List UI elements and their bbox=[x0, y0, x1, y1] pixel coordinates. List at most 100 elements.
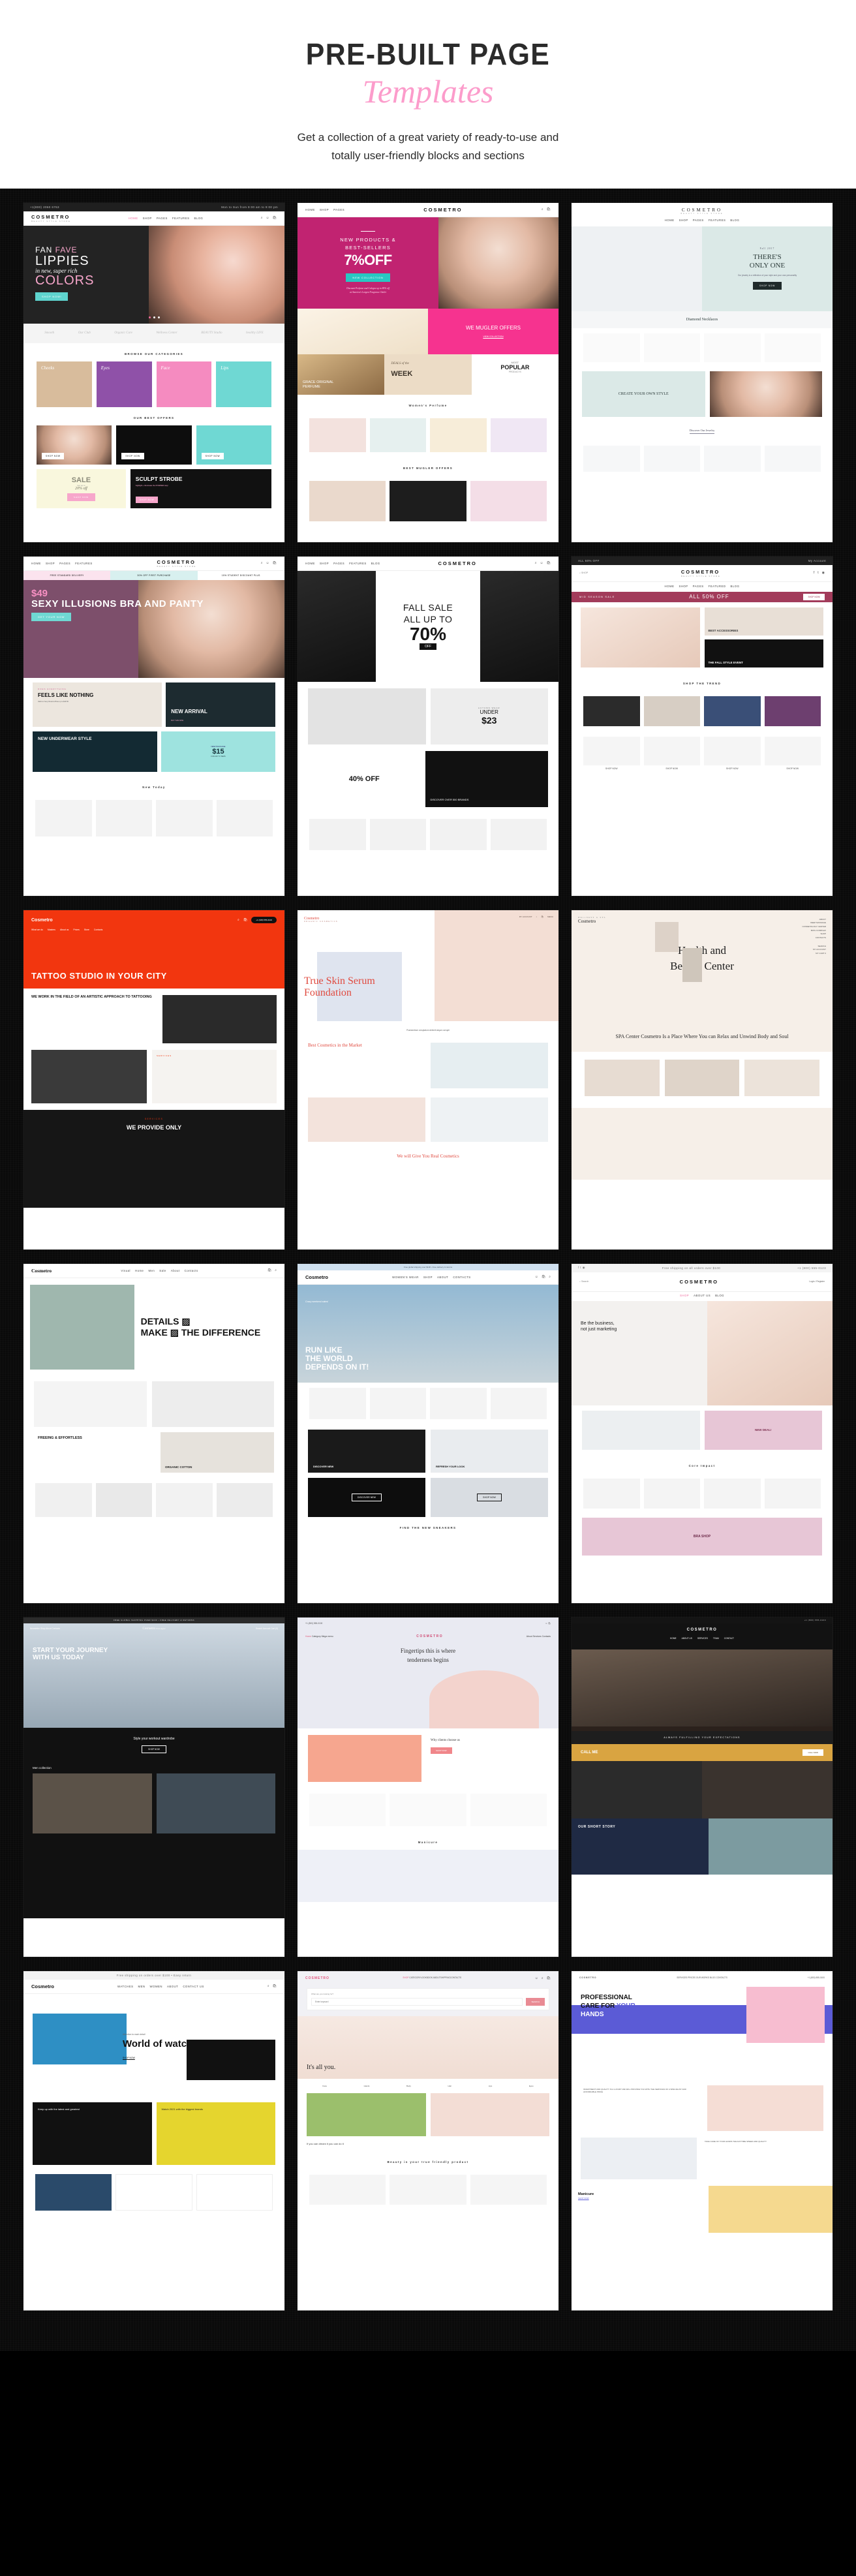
product-card[interactable]: SHOP NOW bbox=[643, 736, 700, 770]
product-card[interactable] bbox=[369, 418, 426, 452]
search-panel[interactable]: What are you looking for? SEARCH bbox=[307, 1987, 549, 2010]
block-photo[interactable] bbox=[308, 1734, 421, 1782]
product-card[interactable] bbox=[704, 333, 761, 362]
nav-menu[interactable]: SHOP ABOUT US BLOG bbox=[572, 1292, 833, 1301]
product-card[interactable] bbox=[470, 480, 547, 521]
search-button[interactable]: SEARCH bbox=[526, 1997, 545, 2006]
nav-menu[interactable]: HOME ABOUT US SERVICES TEAM CONTACT bbox=[572, 1632, 833, 1645]
product-card[interactable] bbox=[643, 696, 700, 726]
nav-links[interactable]: SERVICES PRICES OUR WORKS BLOG CONTACTS bbox=[677, 1976, 727, 1979]
product-card[interactable] bbox=[309, 818, 366, 850]
product-card[interactable] bbox=[309, 1793, 386, 1826]
nav-icons[interactable]: ☺ 🛍 ⌕ bbox=[535, 1275, 551, 1279]
offer-row[interactable]: SHOP NOW SHOP NOW SHOP NOW bbox=[23, 425, 284, 469]
social-icons[interactable]: f t ◉ bbox=[578, 1266, 585, 1270]
product-card[interactable] bbox=[643, 445, 700, 472]
product-card[interactable]: SHOP NOW bbox=[583, 736, 640, 770]
feature-blocks[interactable]: AUTUMN WEAR UNDER $23 bbox=[298, 682, 558, 751]
nav-menu[interactable]: HOME SHOP PAGES bbox=[305, 208, 344, 211]
template-card-cosmetics-lippies[interactable]: +1(800) 2060 6763 Mon to Sun from 9:00 a… bbox=[23, 202, 284, 542]
product-card[interactable] bbox=[764, 1478, 821, 1509]
template-card-accessories-bags[interactable]: ALL 50% OFF My Account ⌕ SHOP COSMETRO BE… bbox=[572, 556, 833, 896]
nav-menu[interactable]: WATCHES MEN WOMEN ABOUT CONTACT US bbox=[117, 1985, 204, 1988]
nav-item-blog[interactable]: BLOG bbox=[194, 217, 203, 220]
product-row[interactable] bbox=[23, 1478, 284, 1522]
tile-model-photo[interactable] bbox=[709, 371, 822, 417]
gallery-row[interactable] bbox=[572, 1052, 833, 1104]
gallery-row[interactable] bbox=[572, 1760, 833, 1818]
hero-cta-button[interactable]: SHOP NOW! bbox=[35, 292, 69, 301]
product-row[interactable] bbox=[298, 1788, 558, 1832]
product-card[interactable] bbox=[704, 696, 761, 726]
product-card[interactable] bbox=[704, 1478, 761, 1509]
feature-blocks-2[interactable] bbox=[298, 1091, 558, 1148]
product-card[interactable] bbox=[35, 1482, 92, 1517]
mini-nav[interactable]: Cosmetro Visual Home Men Sale About Contacts… bbox=[23, 1263, 284, 1278]
menu-label[interactable]: MENU bbox=[547, 915, 553, 918]
nav-item-features[interactable]: FEATURES bbox=[172, 217, 190, 220]
nav-icons[interactable]: ⌕ ☺ 🛍 bbox=[535, 561, 551, 565]
block-stack[interactable]: BEST ACCESSORIES THE FALL STYLE EVENT bbox=[704, 607, 823, 667]
template-card-barbershop[interactable]: +1 (800) 555-0100 COSMETRO HOME ABOUT US S… bbox=[572, 1617, 833, 1957]
nav-icons[interactable]: 🛍 ⌕ bbox=[268, 1268, 277, 1272]
product-card[interactable] bbox=[115, 2173, 192, 2211]
nav-menu[interactable]: HOME SHOP PAGES FEATURES BLOG bbox=[305, 562, 380, 565]
block-photo[interactable] bbox=[707, 2085, 823, 2131]
block-dream-it[interactable] bbox=[430, 2093, 549, 2136]
collection-photos[interactable] bbox=[33, 1773, 275, 1833]
nav-icons[interactable]: ⌕ 🛍 bbox=[542, 207, 551, 211]
nav-menu[interactable]: HOME SHOP PAGES FEATURED BLOG bbox=[572, 582, 833, 592]
block-organic-cotton[interactable]: ORGANIC COTTON bbox=[160, 1432, 274, 1473]
gallery-photo-2[interactable] bbox=[702, 1760, 833, 1818]
nav-icons[interactable]: ☺ 🛍 bbox=[545, 1622, 551, 1625]
tile-mugler-offers[interactable]: WE MUGLER OFFERS VIEW COLLECTION bbox=[428, 308, 558, 354]
product-card[interactable] bbox=[764, 333, 821, 362]
call-now-button[interactable]: CALL NOW bbox=[802, 1749, 823, 1756]
learn-more-button[interactable]: SHOP NOW bbox=[431, 1747, 452, 1754]
nav-menu[interactable]: COSMETRO SHOP CATEGORYLOOKBOOK ABOUTSHIP… bbox=[298, 1971, 558, 1986]
block-40-off[interactable]: 40% OFF bbox=[308, 750, 421, 807]
call-me-block[interactable]: CALL ME CALL NOW bbox=[572, 1743, 833, 1761]
feature-blocks-2[interactable]: DISCOVER NEW SHOP NOW bbox=[298, 1477, 558, 1517]
category-lips[interactable]: Lips bbox=[216, 361, 271, 407]
product-card[interactable] bbox=[583, 696, 640, 726]
phone-button[interactable]: +1 (308) 555-0100 bbox=[251, 916, 277, 923]
feature-blocks[interactable] bbox=[298, 2093, 558, 2136]
feature-blocks-2[interactable]: 40% OFF DISCOVER OVER 500 BRANDS bbox=[298, 750, 558, 814]
wardrobe-cta[interactable]: SHOP NOW bbox=[142, 1745, 166, 1753]
template-card-watches[interactable]: Free shipping on orders over $100 • Easy… bbox=[23, 1970, 284, 2310]
gallery-photo-1[interactable] bbox=[572, 1760, 702, 1818]
nav-icons[interactable]: ⌕ ☺ 🛍 bbox=[261, 216, 277, 220]
search-input[interactable] bbox=[311, 1997, 523, 2006]
icon-lips[interactable]: Lips bbox=[489, 2085, 493, 2087]
category-face[interactable]: Face bbox=[156, 361, 212, 407]
product-card[interactable] bbox=[430, 1387, 487, 1419]
nav-links[interactable]: SHOP CATEGORYLOOKBOOK ABOUTSHIPPINGCONTA… bbox=[403, 1976, 461, 1980]
product-row[interactable] bbox=[572, 440, 833, 477]
icon-hair[interactable]: Hair bbox=[448, 2085, 452, 2087]
product-card[interactable] bbox=[156, 1482, 213, 1517]
template-card-activewear[interactable]: f t ◉ Free shipping on all orders over $… bbox=[572, 1263, 833, 1603]
block-discover-new[interactable]: DISCOVER NEW bbox=[308, 1429, 425, 1473]
category-icons-row[interactable]: Face Hands Body Hair Lips Eyes bbox=[298, 2079, 558, 2093]
product-card[interactable] bbox=[369, 818, 426, 850]
block-fall-style-event[interactable]: THE FALL STYLE EVENT bbox=[704, 639, 823, 667]
template-card-apparel-details[interactable]: Cosmetro Visual Home Men Sale About Contacts… bbox=[23, 1263, 284, 1603]
nav-menu[interactable]: Visual Home Men Sale About Contacts bbox=[121, 1269, 198, 1272]
block-photo[interactable] bbox=[582, 1410, 700, 1450]
product-row[interactable] bbox=[298, 814, 558, 855]
product-card[interactable] bbox=[309, 480, 386, 521]
block-new-underwear[interactable]: NEW UNDERWEAR STYLE bbox=[33, 731, 157, 772]
block-best-cosmetics[interactable]: Best Cosmetics in the Market bbox=[308, 1043, 425, 1088]
mini-nav[interactable]: Cosmetro WOMEN'S WEAR SHOP ABOUT CONTACTS ☺… bbox=[298, 1270, 558, 1285]
block-shop-now[interactable]: SHOP NOW bbox=[431, 1477, 548, 1517]
block-photo[interactable] bbox=[308, 1097, 425, 1142]
product-row[interactable] bbox=[572, 328, 833, 367]
phone-label[interactable]: +1 (800) 555-0100 bbox=[305, 1622, 322, 1625]
block-feels-like-nothing[interactable]: DOES EVERYTHING FEELS LIKE NOTHING Valid… bbox=[33, 682, 162, 727]
block-photo-1[interactable] bbox=[34, 1381, 147, 1427]
product-card[interactable] bbox=[390, 1793, 466, 1826]
feature-blocks-2[interactable]: FREEING & EFFORTLESS ORGANIC COTTON bbox=[23, 1432, 284, 1478]
category-row[interactable]: Cheeks Eyes Face Lips bbox=[23, 361, 284, 407]
icon-body[interactable]: Body bbox=[406, 2085, 411, 2087]
